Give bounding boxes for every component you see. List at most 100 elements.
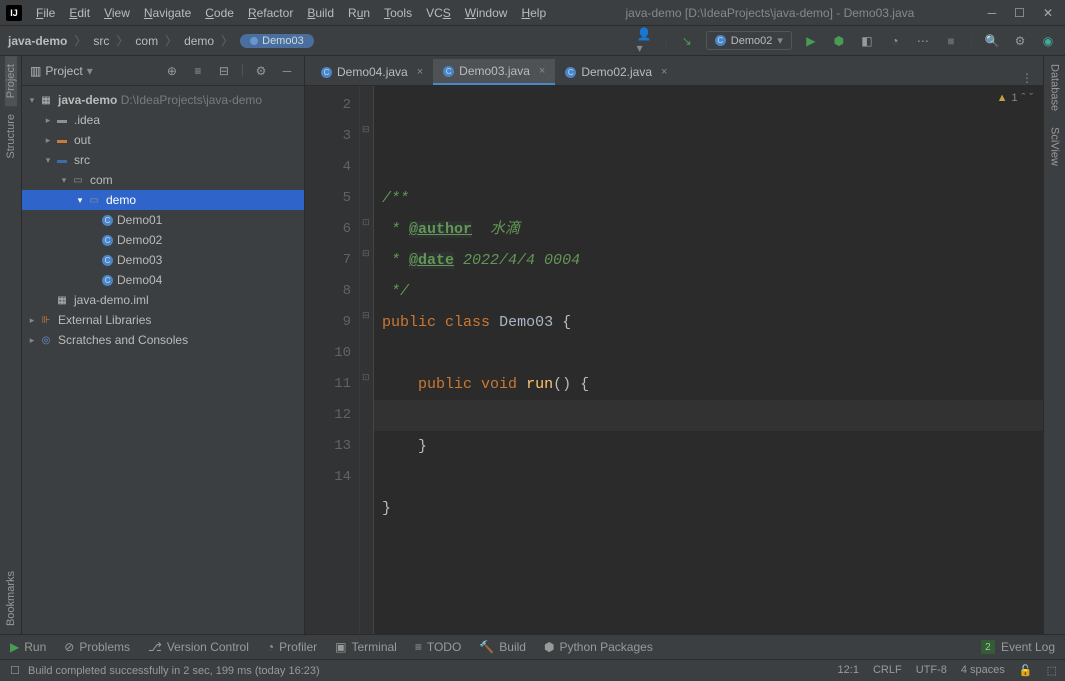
close-icon[interactable]: × — [417, 66, 423, 78]
close-icon[interactable]: × — [539, 65, 545, 77]
editor-body[interactable]: 234 567 8910 111213 14 ⊟ ⊡ ⊟ ⊟ ⊡ /** * @… — [305, 86, 1043, 634]
menu-view[interactable]: View — [98, 4, 136, 22]
tab-demo02[interactable]: CDemo02.java× — [555, 59, 677, 85]
close-icon[interactable]: × — [661, 66, 667, 78]
warning-icon: ▲ — [997, 92, 1008, 104]
crumb-demo[interactable]: demo — [184, 34, 214, 48]
rail-database[interactable]: Database — [1049, 56, 1061, 119]
minimize-button[interactable]: ─ — [988, 6, 997, 20]
main-menu: File Edit View Navigate Code Refactor Bu… — [30, 4, 552, 22]
tree-scratches[interactable]: ◎Scratches and Consoles — [22, 330, 304, 350]
close-button[interactable]: ✕ — [1043, 6, 1053, 20]
attach-button[interactable]: ⋯ — [914, 32, 932, 50]
prev-icon[interactable]: ˆ — [1022, 92, 1026, 104]
terminal-icon: ▣ — [335, 640, 346, 654]
menu-code[interactable]: Code — [199, 4, 240, 22]
expand-icon[interactable]: ≡ — [189, 62, 207, 80]
crumb-src[interactable]: src — [93, 34, 109, 48]
tw-todo[interactable]: ≡TODO — [415, 640, 461, 654]
tw-eventlog[interactable]: Event Log — [1001, 640, 1055, 654]
tw-python[interactable]: ⬢Python Packages — [544, 640, 653, 654]
menu-build[interactable]: Build — [301, 4, 340, 22]
tree-src[interactable]: ▬src — [22, 150, 304, 170]
tw-vcs[interactable]: ⎇Version Control — [148, 640, 249, 654]
package-icon: ▭ — [70, 173, 86, 187]
tree-file-demo03[interactable]: CDemo03 — [22, 250, 304, 270]
collapse-icon[interactable]: ⊟ — [215, 62, 233, 80]
build-hammer-icon[interactable]: ↘ — [678, 32, 696, 50]
tab-menu-icon[interactable]: ⋮ — [1011, 71, 1043, 85]
menu-tools[interactable]: Tools — [378, 4, 418, 22]
menu-edit[interactable]: Edit — [63, 4, 96, 22]
menu-refactor[interactable]: Refactor — [242, 4, 299, 22]
crumb-com[interactable]: com — [135, 34, 158, 48]
line-gutter: 234 567 8910 111213 14 — [305, 86, 360, 634]
tree-file-demo04[interactable]: CDemo04 — [22, 270, 304, 290]
class-icon — [250, 37, 258, 45]
crumb-class[interactable]: Demo03 — [240, 34, 314, 48]
rail-sciview[interactable]: SciView — [1049, 119, 1061, 174]
module-icon: ▦ — [38, 93, 54, 107]
tw-run[interactable]: ▶Run — [10, 640, 46, 654]
rail-project[interactable]: Project — [5, 56, 17, 106]
locate-icon[interactable]: ⊕ — [163, 62, 181, 80]
run-button[interactable]: ▶ — [802, 32, 820, 50]
tw-problems[interactable]: ⊘Problems — [64, 640, 130, 654]
profiler-icon: ◔ — [267, 640, 274, 654]
tree-file-demo01[interactable]: CDemo01 — [22, 210, 304, 230]
tree-demo[interactable]: ▭demo — [22, 190, 304, 210]
code-content[interactable]: /** * @author 水滴 * @date 2022/4/4 0004 *… — [374, 86, 1043, 634]
menu-file[interactable]: File — [30, 4, 61, 22]
status-bar: ☐ Build completed successfully in 2 sec,… — [0, 659, 1065, 681]
tree-idea[interactable]: ▬.idea — [22, 110, 304, 130]
hammer-icon: 🔨 — [479, 640, 494, 654]
add-user-icon[interactable]: 👤▾ — [637, 32, 655, 50]
profile-button[interactable]: ◔ — [886, 32, 904, 50]
class-icon: C — [102, 235, 113, 246]
settings-icon[interactable]: ⚙ — [1011, 32, 1029, 50]
fold-column[interactable]: ⊟ ⊡ ⊟ ⊟ ⊡ — [360, 86, 374, 634]
class-icon: C — [102, 215, 113, 226]
rail-bookmarks[interactable]: Bookmarks — [5, 563, 17, 634]
menu-window[interactable]: Window — [459, 4, 514, 22]
menu-run[interactable]: Run — [342, 4, 376, 22]
left-tool-rail: Project Structure Bookmarks — [0, 56, 22, 634]
tw-build[interactable]: 🔨Build — [479, 640, 526, 654]
gear-icon[interactable]: ⚙ — [252, 62, 270, 80]
tab-demo03[interactable]: CDemo03.java× — [433, 59, 555, 85]
class-icon: C — [715, 35, 726, 46]
debug-button[interactable]: ⬢ — [830, 32, 848, 50]
rail-structure[interactable]: Structure — [5, 106, 17, 167]
next-icon[interactable]: ˇ — [1029, 92, 1033, 104]
tree-out[interactable]: ▬out — [22, 130, 304, 150]
ide-icon[interactable]: ◉ — [1039, 32, 1057, 50]
breadcrumb: java-demo〉 src〉 com〉 demo〉 Demo03 — [8, 32, 314, 49]
menu-navigate[interactable]: Navigate — [138, 4, 197, 22]
menu-vcs[interactable]: VCS — [420, 4, 457, 22]
tree-iml[interactable]: ▦java-demo.iml — [22, 290, 304, 310]
right-tool-rail: Database SciView — [1043, 56, 1065, 634]
tree-com[interactable]: ▭com — [22, 170, 304, 190]
class-icon: C — [443, 66, 454, 77]
src-folder-icon: ▬ — [54, 153, 70, 167]
tree-root[interactable]: ▦java-demo D:\IdeaProjects\java-demo — [22, 90, 304, 110]
folder-icon: ▬ — [54, 113, 70, 127]
menu-help[interactable]: Help — [515, 4, 552, 22]
class-icon: C — [321, 67, 332, 78]
editor-area: CDemo04.java× CDemo03.java× CDemo02.java… — [305, 56, 1043, 634]
stop-button[interactable]: ■ — [942, 32, 960, 50]
tree-extlib[interactable]: ⊪External Libraries — [22, 310, 304, 330]
tw-terminal[interactable]: ▣Terminal — [335, 640, 397, 654]
crumb-root[interactable]: java-demo — [8, 34, 67, 48]
coverage-button[interactable]: ◧ — [858, 32, 876, 50]
run-config-selector[interactable]: C Demo02 ▾ — [706, 31, 792, 50]
maximize-button[interactable]: ☐ — [1014, 6, 1025, 20]
tree-file-demo02[interactable]: CDemo02 — [22, 230, 304, 250]
app-logo: IJ — [6, 5, 22, 21]
todo-icon: ≡ — [415, 640, 422, 654]
search-icon[interactable]: 🔍 — [983, 32, 1001, 50]
tab-demo04[interactable]: CDemo04.java× — [311, 59, 433, 85]
inspection-bar[interactable]: ▲1 ˆˇ — [997, 92, 1033, 104]
hide-icon[interactable]: ─ — [278, 62, 296, 80]
tw-profiler[interactable]: ◔Profiler — [267, 640, 317, 654]
